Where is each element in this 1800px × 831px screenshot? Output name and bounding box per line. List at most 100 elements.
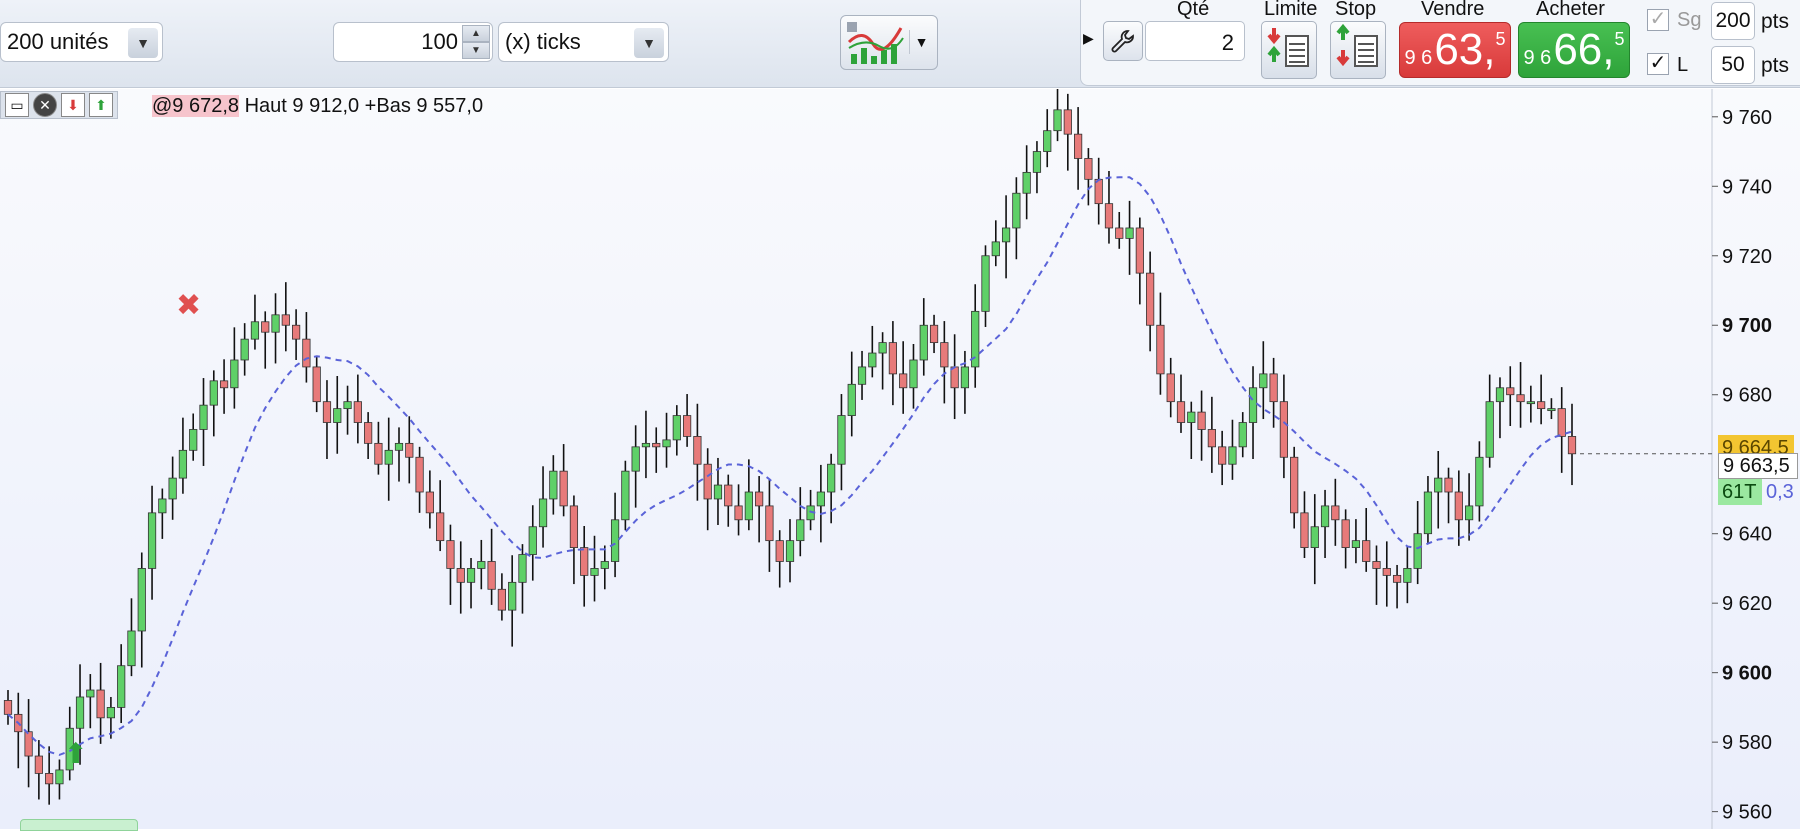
- candle-body[interactable]: [878, 342, 887, 354]
- candle-body[interactable]: [456, 568, 465, 583]
- candle-body[interactable]: [1392, 574, 1402, 583]
- candle-body[interactable]: [1516, 394, 1525, 403]
- candle-body[interactable]: [343, 401, 352, 410]
- candle-body[interactable]: [1290, 456, 1299, 514]
- candle-body[interactable]: [261, 321, 270, 333]
- candle-body[interactable]: [240, 338, 249, 361]
- candle-body[interactable]: [1032, 151, 1042, 173]
- candle-body[interactable]: [1197, 411, 1206, 430]
- candle-body[interactable]: [857, 366, 867, 385]
- candle-body[interactable]: [209, 380, 218, 406]
- settings-button[interactable]: [1103, 21, 1143, 61]
- candle-body[interactable]: [1423, 491, 1433, 535]
- candle-body[interactable]: [1218, 446, 1227, 465]
- candle-body[interactable]: [415, 456, 424, 493]
- candle-body[interactable]: [508, 581, 517, 611]
- candle-body[interactable]: [1475, 456, 1484, 507]
- candle-body[interactable]: [796, 519, 805, 542]
- candle-body[interactable]: [785, 540, 795, 562]
- candle-body[interactable]: [1557, 408, 1566, 437]
- candle-body[interactable]: [600, 561, 609, 569]
- candle-body[interactable]: [1362, 540, 1371, 562]
- candle-body[interactable]: [271, 314, 280, 333]
- candle-body[interactable]: [744, 491, 753, 521]
- candle-body[interactable]: [250, 321, 260, 340]
- l-points-input[interactable]: 50: [1711, 46, 1755, 84]
- candle-body[interactable]: [1094, 178, 1103, 205]
- candle-body[interactable]: [713, 484, 723, 500]
- candle-body[interactable]: [281, 314, 290, 326]
- candle-body[interactable]: [816, 491, 825, 507]
- candle-body[interactable]: [75, 696, 85, 729]
- candle-body[interactable]: [827, 463, 836, 493]
- candle-body[interactable]: [662, 439, 671, 448]
- candle-body[interactable]: [1269, 373, 1278, 403]
- candle-body[interactable]: [518, 554, 527, 583]
- candle-body[interactable]: [117, 665, 126, 708]
- candle-body[interactable]: [610, 519, 620, 562]
- indicators-button[interactable]: ▼: [840, 15, 938, 70]
- candle-body[interactable]: [1403, 568, 1412, 583]
- candle-body[interactable]: [1084, 158, 1093, 180]
- candle-body[interactable]: [24, 731, 33, 757]
- candle-body[interactable]: [292, 324, 301, 340]
- candlestick-chart[interactable]: 9 760 9 740 9 720 9 700 9 680 9 640 9 620 9 600…: [0, 89, 1800, 829]
- candle-body[interactable]: [703, 463, 712, 500]
- candle-body[interactable]: [487, 561, 496, 590]
- candle-body[interactable]: [127, 630, 136, 667]
- sg-points-input[interactable]: 200: [1711, 2, 1755, 40]
- window-icon[interactable]: ▭: [5, 93, 29, 117]
- candle-body[interactable]: [333, 408, 342, 423]
- chevron-down-icon[interactable]: ▼: [634, 28, 664, 58]
- candle-body[interactable]: [1248, 387, 1258, 423]
- candle-body[interactable]: [621, 470, 630, 521]
- candle-body[interactable]: [364, 422, 373, 444]
- down-arrow-icon[interactable]: ⬇: [61, 93, 85, 117]
- candle-body[interactable]: [3, 700, 13, 715]
- candle-body[interactable]: [446, 540, 455, 569]
- candle-body[interactable]: [147, 512, 157, 569]
- candle-body[interactable]: [1053, 109, 1062, 132]
- candle-body[interactable]: [1207, 429, 1216, 448]
- candle-body[interactable]: [178, 449, 188, 479]
- candle-body[interactable]: [189, 429, 198, 451]
- candle-body[interactable]: [199, 404, 208, 430]
- candle-body[interactable]: [168, 477, 177, 500]
- candle-body[interactable]: [1341, 519, 1350, 548]
- candle-body[interactable]: [497, 588, 506, 611]
- candle-body[interactable]: [868, 352, 877, 368]
- candle-body[interactable]: [1331, 505, 1340, 521]
- ticks-mode-select[interactable]: (x) ticks ▼: [498, 22, 669, 62]
- candle-body[interactable]: [1176, 401, 1186, 423]
- candle-body[interactable]: [1372, 561, 1381, 569]
- candle-body[interactable]: [302, 338, 311, 368]
- candle-body[interactable]: [528, 526, 537, 555]
- candle-body[interactable]: [1413, 533, 1422, 569]
- candle-body[interactable]: [847, 383, 856, 416]
- stepper-up-icon[interactable]: ▲: [462, 25, 490, 42]
- candle-body[interactable]: [1135, 227, 1144, 274]
- candle-body[interactable]: [1382, 568, 1391, 576]
- candle-body[interactable]: [929, 324, 939, 344]
- candle-body[interactable]: [569, 505, 579, 548]
- candle-body[interactable]: [405, 442, 414, 458]
- candle-body[interactable]: [538, 498, 548, 528]
- candle-body[interactable]: [436, 512, 445, 542]
- candle-body[interactable]: [652, 442, 661, 448]
- candle-body[interactable]: [1279, 401, 1288, 458]
- collapse-arrow-icon[interactable]: ▶: [1083, 30, 1094, 47]
- candle-body[interactable]: [1022, 171, 1031, 194]
- candle-body[interactable]: [1567, 436, 1577, 455]
- chevron-down-icon[interactable]: ▼: [909, 30, 933, 54]
- candle-body[interactable]: [1537, 401, 1546, 410]
- candle-body[interactable]: [1228, 446, 1237, 465]
- candle-body[interactable]: [1495, 387, 1505, 403]
- candle-body[interactable]: [230, 359, 239, 389]
- candle-body[interactable]: [1063, 109, 1072, 135]
- candle-body[interactable]: [86, 689, 95, 698]
- close-icon[interactable]: ✕: [33, 93, 57, 117]
- up-arrow-icon[interactable]: ⬆: [89, 93, 113, 117]
- candle-body[interactable]: [899, 373, 908, 389]
- candle-body[interactable]: [394, 442, 404, 451]
- candle-body[interactable]: [1187, 411, 1196, 423]
